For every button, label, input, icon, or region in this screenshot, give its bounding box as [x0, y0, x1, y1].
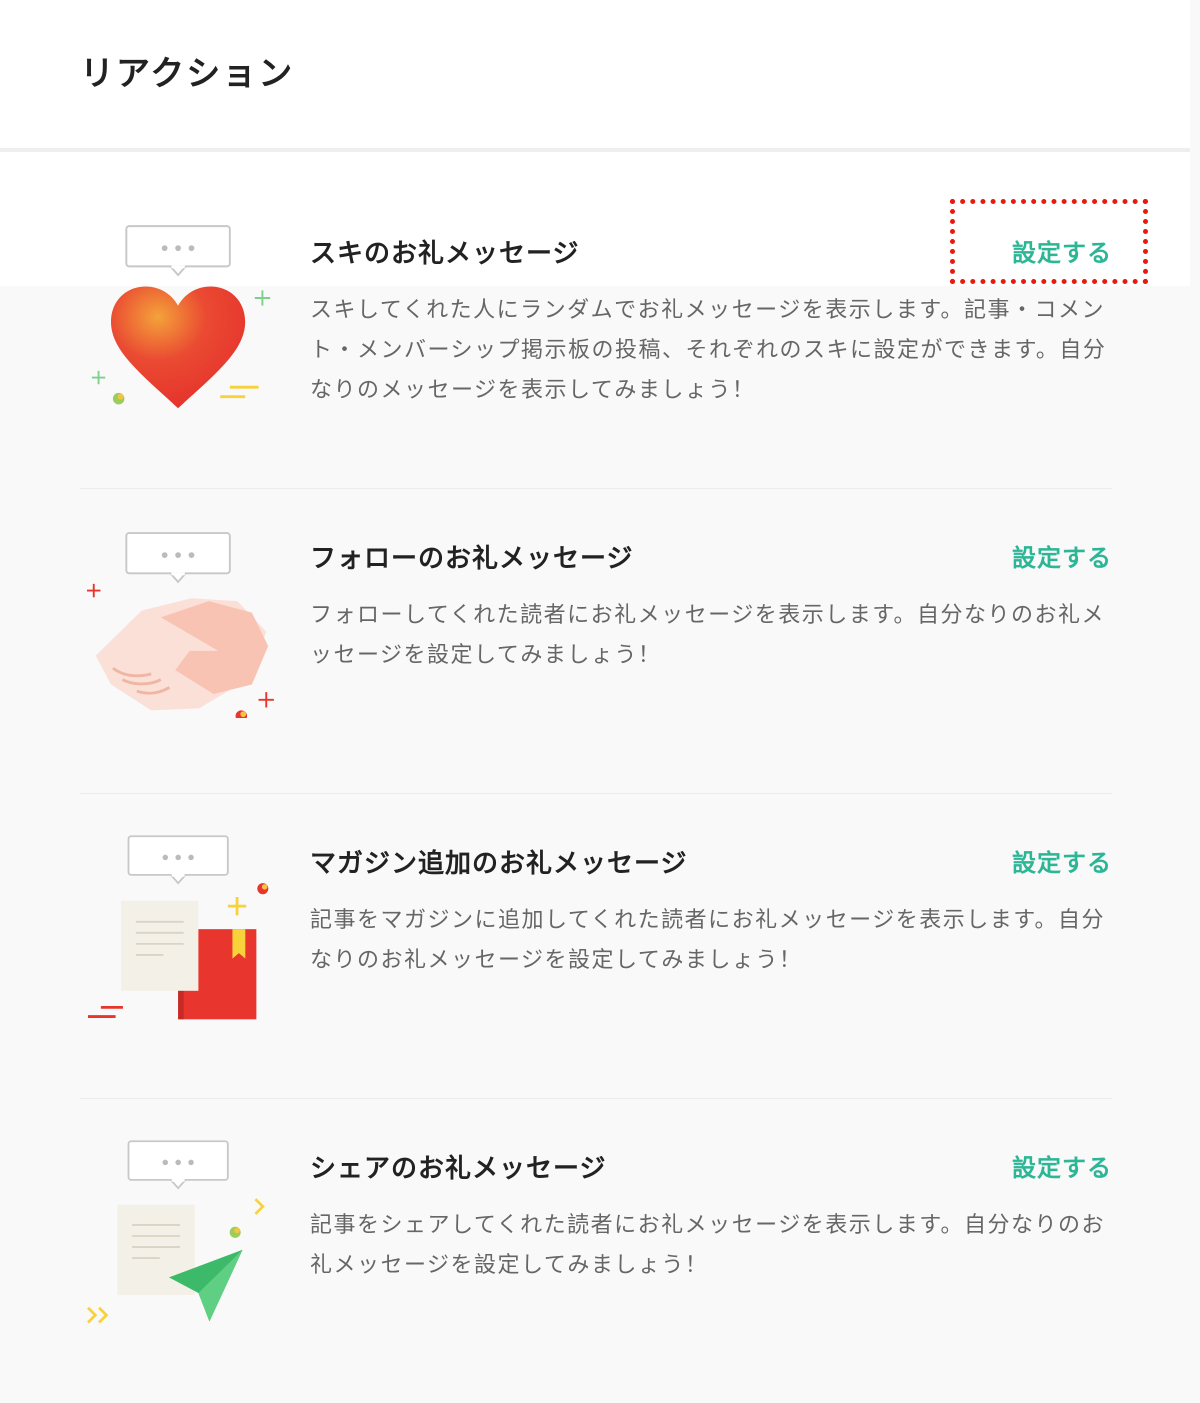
item-title: スキのお礼メッセージ	[310, 239, 580, 269]
item-description: 記事をシェアしてくれた読者にお礼メッセージを表示します。自分なりのお礼メッセージ…	[310, 1213, 1106, 1278]
item-description: 記事をマガジンに追加してくれた読者にお礼メッセージを表示します。自分なりのお礼メ…	[310, 908, 1106, 973]
magazine-message-setup-button[interactable]: 設定する	[1012, 843, 1112, 878]
item-title: フォローのお礼メッセージ	[310, 544, 634, 574]
item-description: スキしてくれた人にランダムでお礼メッセージを表示します。記事・コメント・メンバー…	[310, 298, 1107, 403]
reaction-item-follow: フォローのお礼メッセージ フォローしてくれた読者にお礼メッセージを表示します。自…	[80, 488, 1112, 794]
like-message-setup-button[interactable]: 設定する	[1012, 233, 1112, 268]
reaction-item-like: スキのお礼メッセージ スキしてくれた人にランダムでお礼メッセージを表示します。記…	[80, 183, 1112, 489]
item-title: シェアのお礼メッセージ	[310, 1154, 607, 1184]
paper-plane-icon	[87, 1140, 265, 1324]
reaction-item-magazine: マガジン追加のお礼メッセージ 記事をマガジンに追加してくれた読者にお礼メッセージ…	[80, 793, 1112, 1099]
page-title: リアクション	[80, 54, 295, 94]
follow-message-setup-button[interactable]: 設定する	[1012, 538, 1112, 573]
magazine-book-icon	[88, 835, 269, 1020]
item-title: マガジン追加のお礼メッセージ	[310, 849, 688, 879]
item-description: フォローしてくれた読者にお礼メッセージを表示します。自分なりのお礼メッセージを設…	[310, 603, 1106, 668]
page-header: リアクション	[0, 0, 1190, 152]
heart-icon	[91, 225, 271, 409]
reaction-item-share: シェアのお礼メッセージ 記事をシェアしてくれた読者にお礼メッセージを表示します。…	[80, 1098, 1112, 1403]
share-message-setup-button[interactable]: 設定する	[1012, 1148, 1112, 1183]
handshake-icon	[87, 532, 274, 718]
